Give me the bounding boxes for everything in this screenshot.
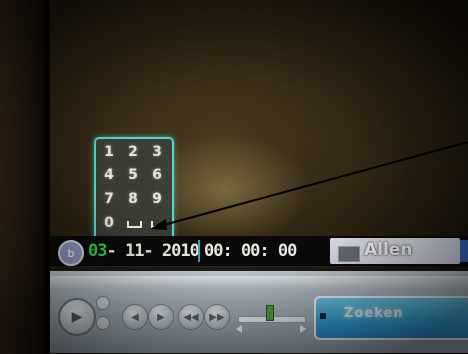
display-text: Zoeken	[344, 306, 404, 321]
rewind-button[interactable]: ◀◀	[178, 304, 204, 330]
step-forward-button[interactable]: ▶	[148, 304, 174, 330]
small-down-button[interactable]	[96, 316, 110, 330]
slider-right-marker	[300, 325, 306, 333]
menu-round-button[interactable]: b	[58, 240, 84, 266]
display-indicator	[320, 313, 326, 319]
camera-icon	[338, 246, 360, 262]
control-panel-strip	[50, 276, 468, 288]
menu-round-glyph: b	[67, 246, 75, 260]
fast-forward-button[interactable]: ▶▶	[204, 304, 230, 330]
field-divider	[198, 240, 200, 262]
time-field[interactable]: 00: 00: 00	[204, 240, 324, 262]
date-field[interactable]: 03- 11- 2010	[88, 240, 200, 262]
camera-label: Allen	[364, 240, 413, 260]
date-month-year[interactable]: - 11- 2010	[106, 241, 199, 261]
dropdown-edge[interactable]	[460, 240, 468, 262]
step-back-button[interactable]: ◀	[122, 304, 148, 330]
speed-slider-thumb[interactable]	[266, 305, 274, 321]
date-day[interactable]: 03	[88, 241, 108, 261]
play-pause-button[interactable]: ▶	[58, 298, 96, 336]
small-up-button[interactable]	[96, 296, 110, 310]
slider-left-marker	[236, 325, 242, 333]
